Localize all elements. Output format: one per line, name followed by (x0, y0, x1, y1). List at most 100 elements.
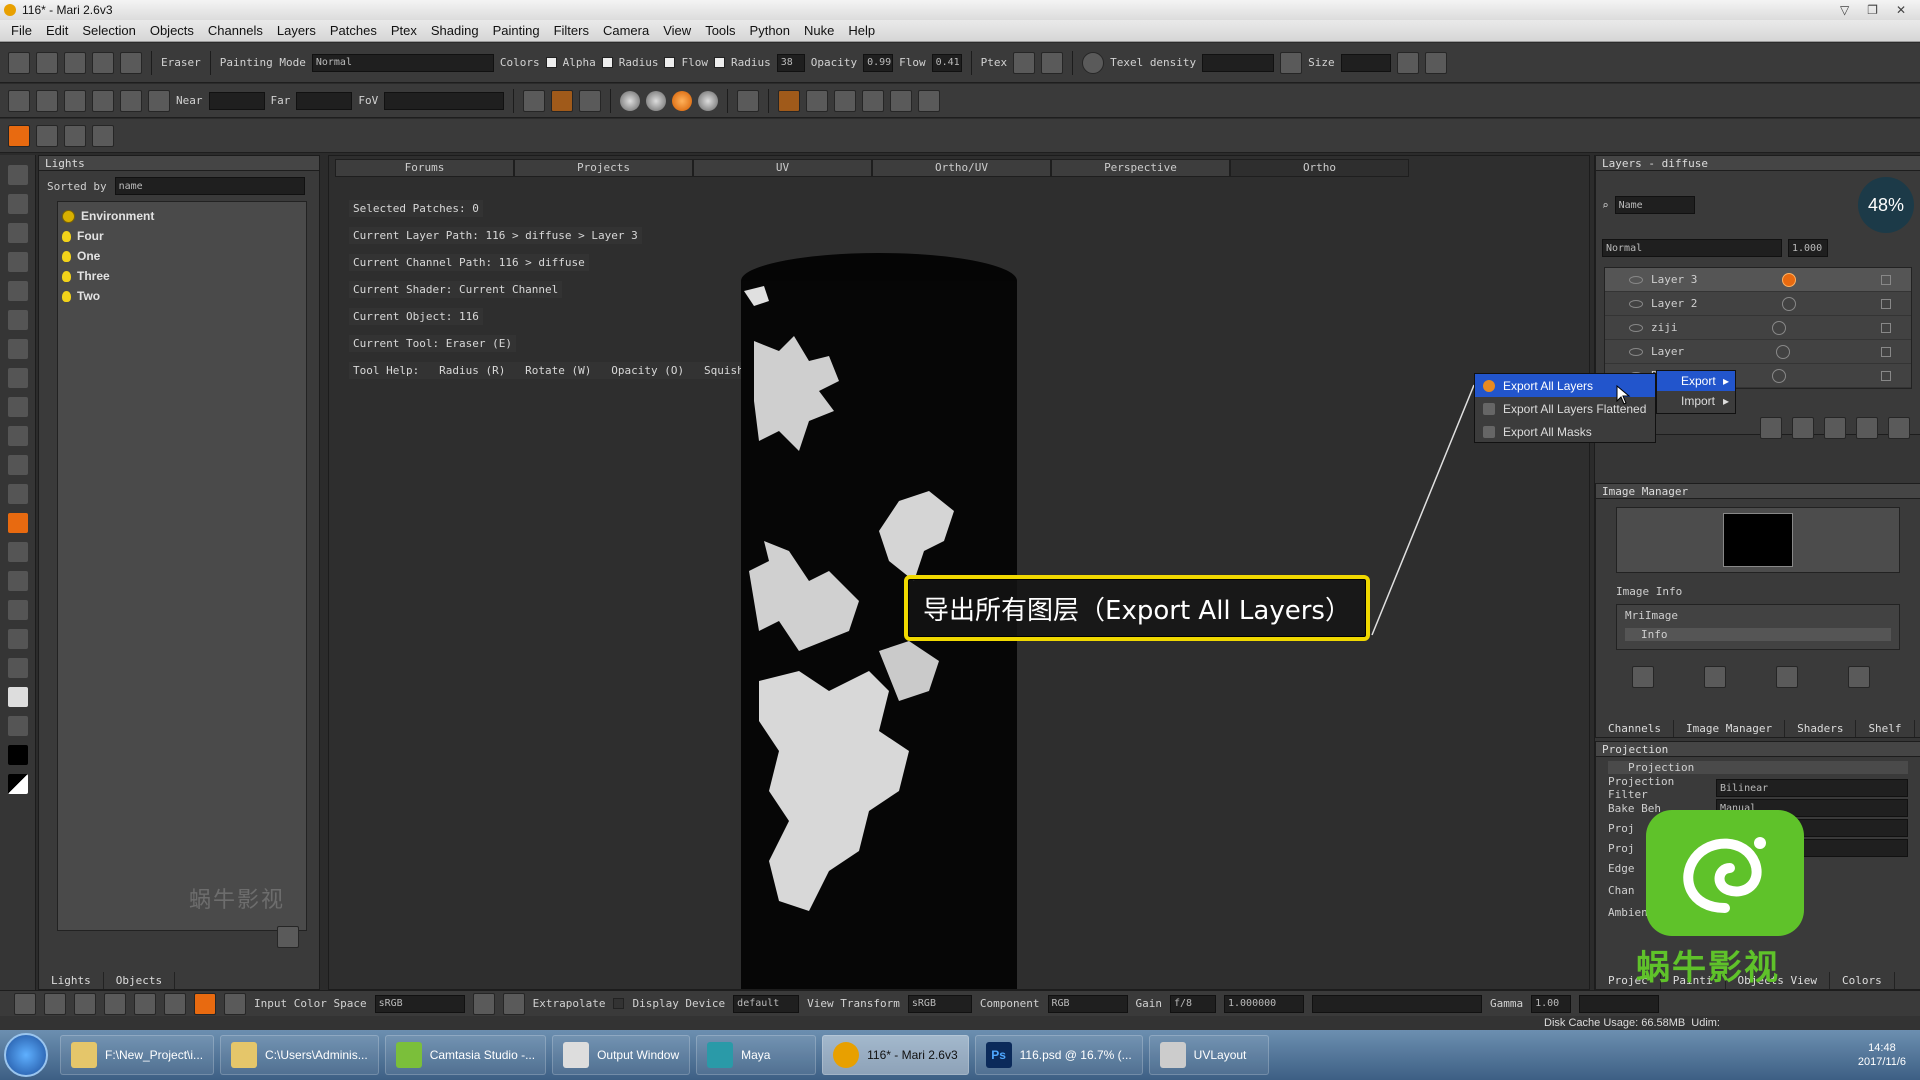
blend-mode-icon[interactable] (1782, 296, 1797, 311)
paint-mode-icon[interactable] (551, 89, 574, 112)
menu-selection[interactable]: Selection (75, 23, 142, 38)
gamma-slider[interactable] (1579, 994, 1660, 1013)
smear-tool-icon[interactable] (7, 542, 28, 562)
flow-checkbox[interactable] (713, 57, 725, 68)
image-to-layer-icon[interactable] (1776, 666, 1798, 688)
menu-item-import[interactable]: Import ▸ (1657, 391, 1735, 411)
tab-image-manager[interactable]: Image Manager (1674, 720, 1786, 737)
tab-ortho[interactable]: Ortho (1230, 159, 1409, 177)
frame-icon[interactable] (737, 89, 760, 112)
ptex-grid-icon[interactable] (1013, 51, 1036, 74)
tab-ortho-uv[interactable]: Ortho/UV (872, 159, 1051, 177)
menu-shading[interactable]: Shading (424, 23, 486, 38)
minimize-icon[interactable]: ▽ (1840, 3, 1849, 17)
add-group-icon[interactable] (1792, 417, 1814, 439)
menu-filters[interactable]: Filters (547, 23, 596, 38)
delete-image-icon[interactable] (1848, 666, 1870, 688)
taskbar-item[interactable]: Maya (696, 1035, 817, 1075)
grid-icon[interactable] (64, 89, 86, 112)
layer-list-icon[interactable] (1824, 417, 1846, 439)
menu-python[interactable]: Python (743, 23, 797, 38)
table-row[interactable]: Layer 3 (1605, 268, 1911, 292)
select-mode-icon[interactable] (523, 89, 546, 112)
menu-item-export[interactable]: Export ▸ (1657, 371, 1735, 391)
full-shading-icon[interactable] (698, 90, 719, 111)
cube-icon[interactable] (92, 89, 114, 112)
blend-mode-icon[interactable] (1772, 368, 1787, 383)
tab-forums[interactable]: Forums (335, 159, 514, 177)
layers-filter-select[interactable]: Name (1614, 196, 1695, 214)
plugin-icon[interactable] (120, 51, 142, 74)
layout-icon[interactable] (8, 89, 30, 112)
system-clock[interactable]: 14:48 2017/11/6 (1858, 1041, 1920, 1069)
list-item[interactable]: Environment (62, 206, 302, 226)
restore-icon[interactable]: ❐ (1867, 3, 1878, 17)
input-color-space-select[interactable]: sRGB (374, 994, 465, 1013)
render-icon[interactable] (120, 89, 142, 112)
menu-channels[interactable]: Channels (201, 23, 270, 38)
lasso-tool-icon[interactable] (7, 397, 28, 417)
settings-icon[interactable] (92, 124, 114, 147)
blur-tool-icon[interactable] (7, 484, 28, 504)
light-icon[interactable] (148, 89, 170, 112)
add-layer-icon[interactable] (1760, 417, 1782, 439)
eye-icon[interactable] (1629, 275, 1643, 284)
down-arrow-icon[interactable] (74, 992, 96, 1015)
undo-icon[interactable] (14, 992, 36, 1015)
color-swatch-icon[interactable] (7, 687, 28, 707)
lock-icon[interactable] (1880, 274, 1891, 285)
swap-colors-icon[interactable] (7, 716, 28, 736)
move-x-icon[interactable] (806, 89, 829, 112)
snap-grid-icon[interactable] (862, 89, 885, 112)
near-input[interactable] (208, 91, 265, 110)
lit-shading-icon[interactable] (672, 90, 693, 111)
menu-camera[interactable]: Camera (596, 23, 656, 38)
table-row[interactable]: Layer (1605, 340, 1911, 364)
list-item[interactable]: One (62, 246, 302, 266)
alpha-checkbox[interactable] (601, 57, 613, 68)
list-item[interactable]: MriImage (1625, 609, 1891, 622)
taskbar-item[interactable]: Camtasia Studio -... (384, 1035, 547, 1075)
menu-layers[interactable]: Layers (270, 23, 323, 38)
remove-layer-icon[interactable] (1856, 417, 1878, 439)
lock-icon[interactable] (1880, 298, 1891, 309)
start-button[interactable] (4, 1033, 48, 1077)
taskbar-item[interactable]: C:\Users\Adminis... (220, 1035, 379, 1075)
globe-icon[interactable] (1082, 51, 1105, 74)
taskbar-item-active[interactable]: 116* - Mari 2.6v3 (822, 1035, 969, 1075)
paste-icon[interactable] (1424, 51, 1447, 74)
gain-slider[interactable] (1312, 994, 1482, 1013)
sharpen-tool-icon[interactable] (7, 629, 28, 649)
lock-icon[interactable] (1881, 370, 1891, 381)
tab-channels[interactable]: Channels (1596, 720, 1674, 737)
menu-edit[interactable]: Edit (39, 23, 75, 38)
lock-icon[interactable] (1881, 346, 1891, 357)
size-icon[interactable] (1280, 51, 1303, 74)
gradient-tool-icon[interactable] (7, 571, 28, 591)
menu-nuke[interactable]: Nuke (797, 23, 841, 38)
radius-input[interactable]: 38 (776, 53, 805, 72)
lasso-icon[interactable] (164, 992, 186, 1015)
list-item[interactable]: Three (62, 266, 302, 286)
tab-colors[interactable]: Colors (1830, 972, 1895, 989)
select-tool-icon[interactable] (7, 165, 28, 185)
tab-shaders[interactable]: Shaders (1785, 720, 1857, 737)
pivot-icon[interactable] (778, 89, 801, 112)
transform-tool-icon[interactable] (7, 281, 28, 301)
menu-item-export-all-masks[interactable]: Export All Masks (1475, 420, 1655, 443)
flow-input[interactable]: 0.41 (931, 53, 962, 72)
gamma-value-field[interactable]: 1.00 (1531, 994, 1572, 1013)
display-device-select[interactable]: default (733, 994, 800, 1013)
layers-palette-icon[interactable] (8, 124, 30, 147)
clone-tool-icon[interactable] (7, 455, 28, 475)
eye-icon[interactable] (1629, 299, 1643, 308)
list-item[interactable]: Four (62, 226, 302, 246)
slide-tool-icon[interactable] (7, 600, 28, 620)
move-icon[interactable] (44, 992, 66, 1015)
table-row[interactable]: Layer 2 (1605, 292, 1911, 316)
close-icon[interactable]: ✕ (1896, 3, 1906, 17)
texel-density-input[interactable] (1202, 53, 1275, 72)
table-row[interactable]: ziji (1605, 316, 1911, 340)
fov-slider[interactable] (384, 91, 505, 110)
far-input[interactable] (296, 91, 353, 110)
